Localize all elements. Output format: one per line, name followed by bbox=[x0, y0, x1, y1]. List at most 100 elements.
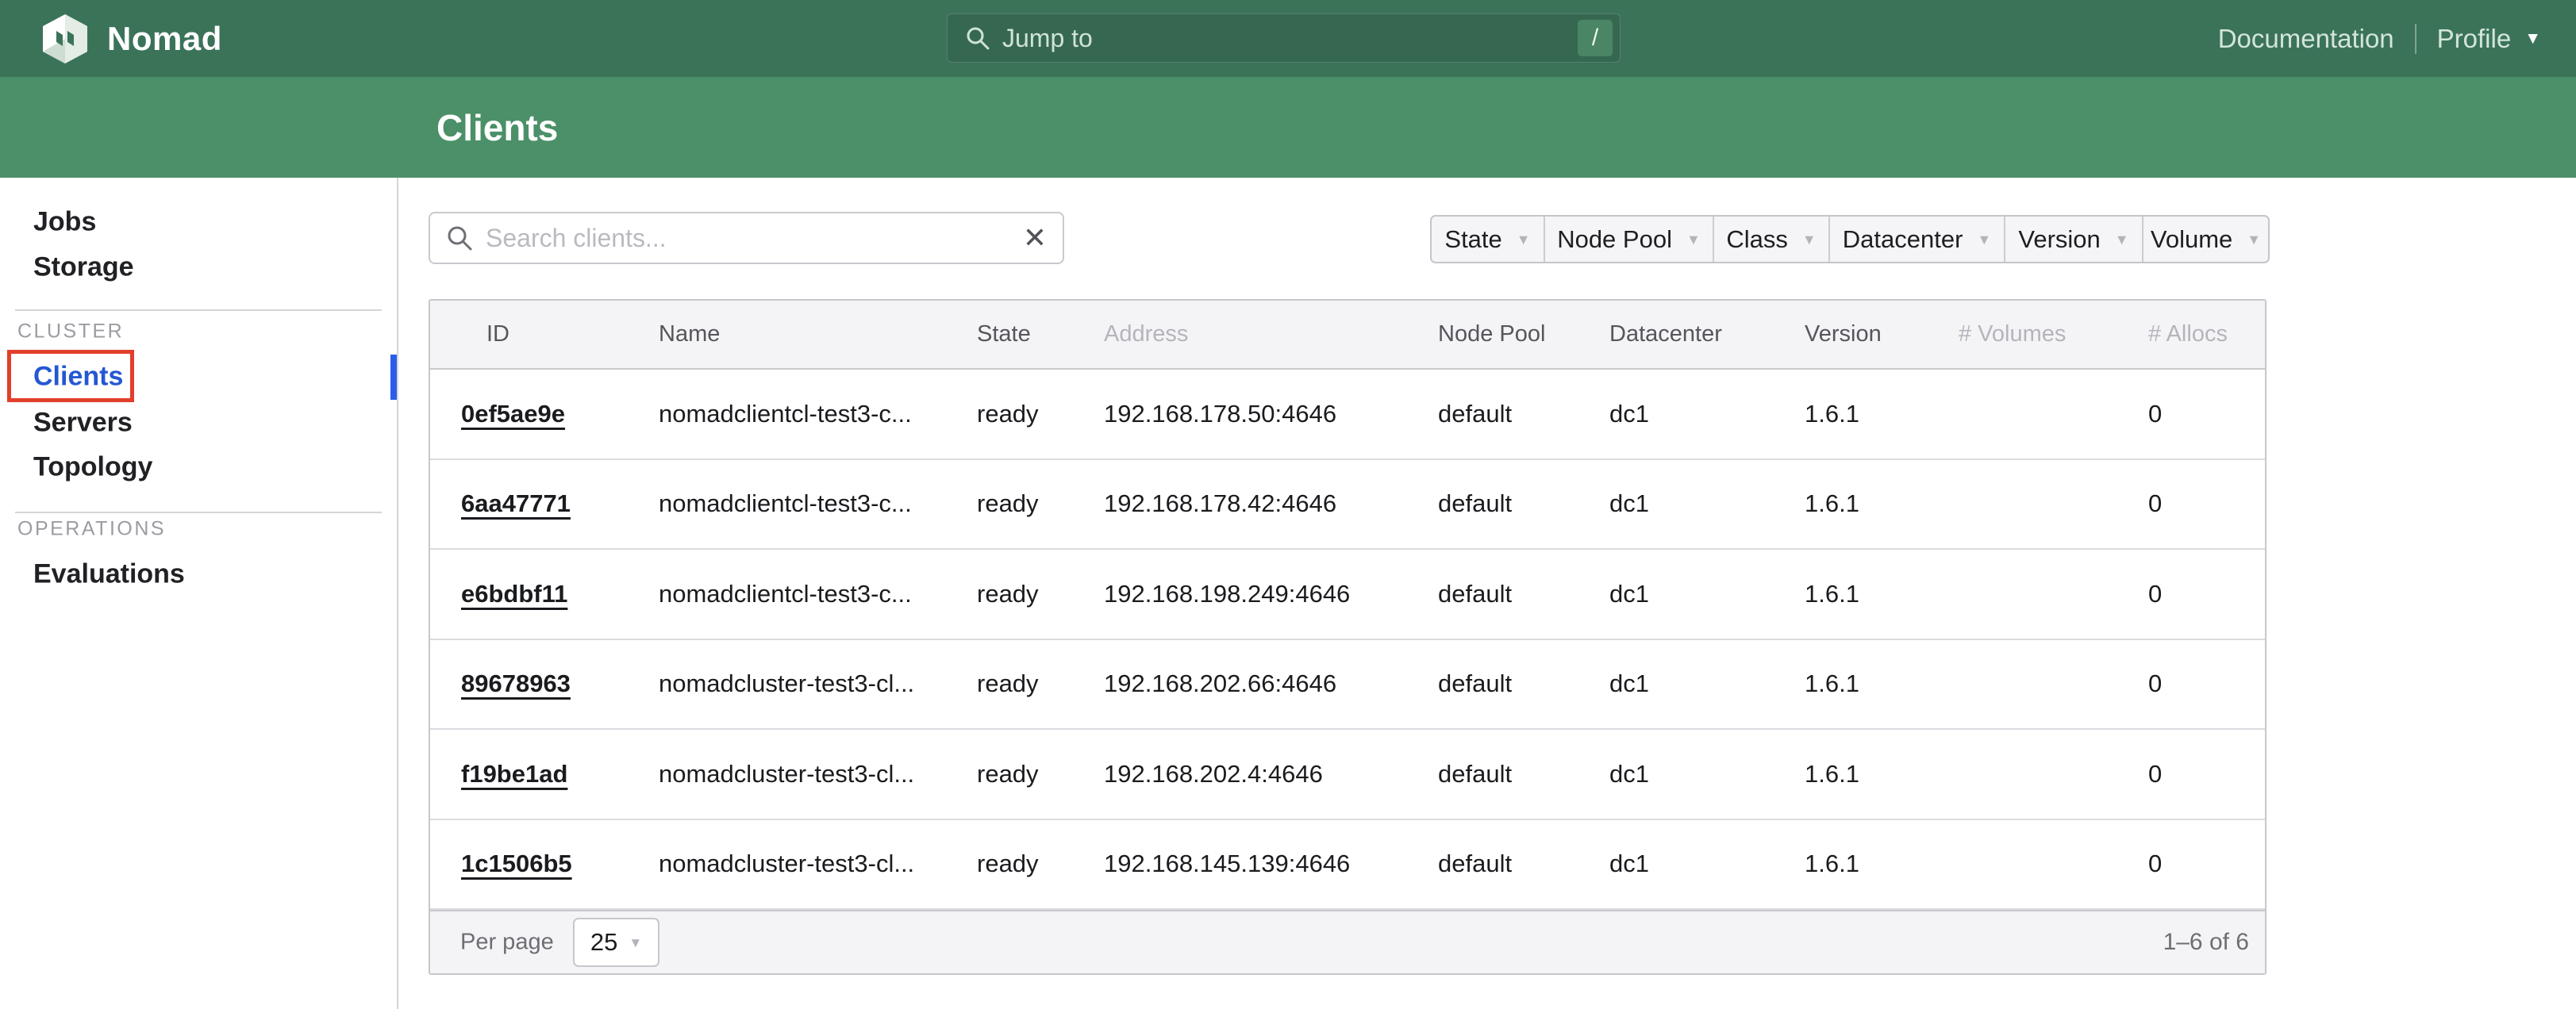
jump-to-search[interactable]: Jump to / bbox=[947, 13, 1621, 63]
nomad-logo-icon bbox=[42, 13, 88, 64]
filter-node-pool-label: Node Pool bbox=[1557, 225, 1672, 254]
client-address: 192.168.178.42:4646 bbox=[1104, 489, 1438, 518]
chevron-down-icon: ▼ bbox=[1686, 232, 1701, 247]
table-row[interactable]: 0ef5ae9e nomadclientcl-test3-c... ready … bbox=[430, 370, 2265, 460]
sidebar-item-topology[interactable]: Topology bbox=[33, 452, 152, 483]
sidebar-item-jobs[interactable]: Jobs bbox=[33, 207, 96, 238]
jump-to-placeholder: Jump to bbox=[1002, 24, 1578, 53]
column-header-id[interactable]: ID bbox=[461, 321, 659, 347]
client-name: nomadcluster-test3-cl... bbox=[659, 760, 977, 788]
client-version: 1.6.1 bbox=[1805, 669, 1959, 698]
client-address: 192.168.202.4:4646 bbox=[1104, 760, 1438, 788]
sidebar-item-servers[interactable]: Servers bbox=[33, 408, 133, 439]
sidebar-item-clients[interactable]: Clients bbox=[33, 362, 123, 393]
chevron-down-icon: ▼ bbox=[1802, 232, 1817, 247]
filter-version-label: Version bbox=[2018, 225, 2100, 254]
table-row[interactable]: 89678963 nomadcluster-test3-cl... ready … bbox=[430, 640, 2265, 731]
client-node-pool: default bbox=[1438, 760, 1609, 788]
client-version: 1.6.1 bbox=[1805, 489, 1959, 518]
table-row[interactable]: f19be1ad nomadcluster-test3-cl... ready … bbox=[430, 730, 2265, 820]
client-version: 1.6.1 bbox=[1805, 400, 1959, 428]
table-row[interactable]: 6aa47771 nomadclientcl-test3-c... ready … bbox=[430, 460, 2265, 551]
column-header-datacenter[interactable]: Datacenter bbox=[1609, 321, 1805, 347]
filter-datacenter[interactable]: Datacenter ▼ bbox=[1828, 217, 2004, 262]
table-footer: Per page 25 ▼ 1–6 of 6 bbox=[430, 910, 2265, 973]
sidebar-item-evaluations[interactable]: Evaluations bbox=[33, 559, 185, 590]
sidebar-section-operations: OPERATIONS bbox=[17, 518, 166, 541]
client-allocs: 0 bbox=[2148, 760, 2265, 788]
per-page-value: 25 bbox=[590, 928, 617, 957]
client-name: nomadclientcl-test3-c... bbox=[659, 489, 977, 518]
brand-name: Nomad bbox=[107, 20, 222, 58]
sidebar-section-cluster: CLUSTER bbox=[17, 320, 124, 343]
filter-state[interactable]: State ▼ bbox=[1432, 217, 1544, 262]
client-address: 192.168.198.249:4646 bbox=[1104, 580, 1438, 608]
column-header-version[interactable]: Version bbox=[1805, 321, 1959, 347]
client-node-pool: default bbox=[1438, 400, 1609, 428]
filter-class[interactable]: Class ▼ bbox=[1713, 217, 1828, 262]
client-id-link[interactable]: e6bdbf11 bbox=[461, 580, 567, 608]
filter-volume[interactable]: Volume ▼ bbox=[2142, 217, 2268, 262]
clients-table: ID Name State Address Node Pool Datacent… bbox=[429, 299, 2266, 975]
column-header-name[interactable]: Name bbox=[659, 321, 977, 347]
client-allocs: 0 bbox=[2148, 850, 2265, 878]
chevron-down-icon: ▼ bbox=[2115, 232, 2129, 247]
client-id-link[interactable]: 0ef5ae9e bbox=[461, 400, 565, 428]
documentation-link[interactable]: Documentation bbox=[2218, 24, 2394, 54]
column-header-address: Address bbox=[1104, 321, 1438, 347]
shortcut-key-badge: / bbox=[1578, 20, 1613, 56]
clients-search-input[interactable]: Search clients... ✕ bbox=[429, 212, 1064, 264]
search-icon bbox=[446, 224, 473, 251]
client-state: ready bbox=[977, 669, 1104, 698]
client-address: 192.168.202.66:4646 bbox=[1104, 669, 1438, 698]
search-placeholder: Search clients... bbox=[486, 224, 1023, 253]
client-name: nomadcluster-test3-cl... bbox=[659, 850, 977, 878]
per-page-select[interactable]: 25 ▼ bbox=[573, 918, 659, 967]
pagination-range: 1–6 of 6 bbox=[2163, 929, 2249, 956]
top-nav: Nomad Jump to / Documentation Profile ▼ bbox=[0, 0, 2576, 77]
table-row[interactable]: e6bdbf11 nomadclientcl-test3-c... ready … bbox=[430, 550, 2265, 640]
filter-node-pool[interactable]: Node Pool ▼ bbox=[1544, 217, 1713, 262]
column-header-state[interactable]: State bbox=[977, 321, 1104, 347]
chevron-down-icon: ▼ bbox=[1517, 232, 1531, 247]
clear-search-icon[interactable]: ✕ bbox=[1023, 224, 1047, 252]
column-header-node-pool[interactable]: Node Pool bbox=[1438, 321, 1609, 347]
sidebar-item-storage[interactable]: Storage bbox=[33, 252, 134, 283]
sidebar-divider bbox=[15, 512, 382, 513]
client-datacenter: dc1 bbox=[1609, 580, 1805, 608]
main-content: Search clients... ✕ State ▼ Node Pool ▼ … bbox=[398, 178, 2576, 1009]
column-header-volumes: # Volumes bbox=[1959, 321, 2148, 347]
client-version: 1.6.1 bbox=[1805, 850, 1959, 878]
client-id-link[interactable]: 89678963 bbox=[461, 669, 571, 697]
per-page-label: Per page bbox=[460, 930, 554, 956]
client-allocs: 0 bbox=[2148, 580, 2265, 608]
client-allocs: 0 bbox=[2148, 400, 2265, 428]
filter-version[interactable]: Version ▼ bbox=[2004, 217, 2142, 262]
client-version: 1.6.1 bbox=[1805, 580, 1959, 608]
client-name: nomadcluster-test3-cl... bbox=[659, 669, 977, 698]
chevron-down-icon: ▼ bbox=[629, 936, 642, 950]
filter-datacenter-label: Datacenter bbox=[1843, 225, 1963, 254]
client-address: 192.168.145.139:4646 bbox=[1104, 850, 1438, 878]
client-allocs: 0 bbox=[2148, 489, 2265, 518]
column-header-allocs: # Allocs bbox=[2148, 321, 2265, 347]
table-header: ID Name State Address Node Pool Datacent… bbox=[430, 301, 2265, 370]
client-node-pool: default bbox=[1438, 580, 1609, 608]
client-state: ready bbox=[977, 489, 1104, 518]
client-id-link[interactable]: 1c1506b5 bbox=[461, 850, 572, 877]
client-datacenter: dc1 bbox=[1609, 850, 1805, 878]
client-id-link[interactable]: 6aa47771 bbox=[461, 489, 571, 517]
client-id-link[interactable]: f19be1ad bbox=[461, 760, 567, 788]
table-row[interactable]: 1c1506b5 nomadcluster-test3-cl... ready … bbox=[430, 820, 2265, 911]
client-datacenter: dc1 bbox=[1609, 489, 1805, 518]
chevron-down-icon: ▼ bbox=[1977, 232, 1991, 247]
client-node-pool: default bbox=[1438, 669, 1609, 698]
client-node-pool: default bbox=[1438, 850, 1609, 878]
client-allocs: 0 bbox=[2148, 669, 2265, 698]
page-title: Clients bbox=[436, 106, 558, 149]
profile-menu[interactable]: Profile ▼ bbox=[2437, 24, 2541, 54]
client-name: nomadclientcl-test3-c... bbox=[659, 400, 977, 428]
nomad-brand[interactable]: Nomad bbox=[42, 13, 222, 64]
client-name: nomadclientcl-test3-c... bbox=[659, 580, 977, 608]
client-datacenter: dc1 bbox=[1609, 669, 1805, 698]
